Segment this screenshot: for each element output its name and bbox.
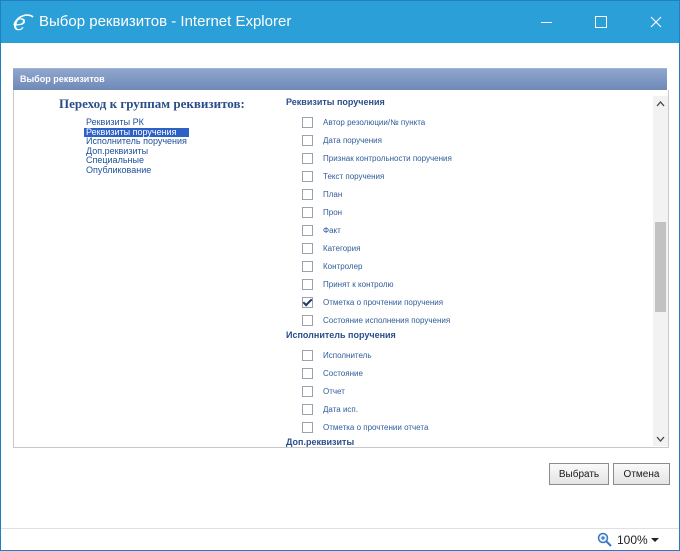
field-label: Отметка о прочтении поручения (323, 297, 444, 307)
field-checkbox[interactable] (302, 242, 313, 254)
field-checkbox[interactable] (302, 206, 313, 218)
field-row: Принят к контролю (286, 275, 651, 293)
field-checkbox[interactable] (302, 278, 313, 290)
field-checkbox[interactable] (302, 152, 313, 164)
field-label: Признак контрольности поручения (323, 153, 452, 163)
field-row: Исполнитель (286, 346, 651, 364)
field-label: Факт (323, 225, 341, 235)
group-title: Исполнитель поручения (286, 330, 396, 340)
field-row: Состояние исполнения поручения (286, 311, 651, 329)
field-label: Состояние исполнения поручения (323, 315, 451, 325)
field-label: Отметка о прочтении отчета (323, 422, 429, 432)
field-label: Дата поручения (323, 135, 382, 145)
content-area: Переход к группам реквизитов: Реквизиты … (13, 90, 669, 448)
nav-list: Реквизиты РК Реквизиты поручения Исполни… (84, 117, 189, 176)
zoom-level[interactable]: 100% (617, 533, 648, 547)
field-row: Факт (286, 221, 651, 239)
nav-link-publish[interactable]: Опубликование (84, 165, 189, 176)
minimize-button[interactable] (523, 7, 569, 37)
field-checkbox[interactable] (302, 170, 313, 182)
field-label: План (323, 189, 343, 199)
field-row: Признак контрольности поручения (286, 149, 651, 167)
field-checkbox-checked[interactable] (302, 296, 313, 308)
field-label: Отчет (323, 386, 345, 396)
field-checkbox[interactable] (302, 134, 313, 146)
field-label: Категория (323, 243, 361, 253)
field-row: Автор резолюции/№ пункта (286, 113, 651, 131)
field-checkbox[interactable] (302, 260, 313, 272)
field-label: Автор резолюции/№ пункта (323, 117, 426, 127)
field-row: Контролер (286, 257, 651, 275)
nav-heading: Переход к группам реквизитов: (59, 96, 245, 111)
field-checkbox[interactable] (302, 314, 313, 326)
field-checkbox[interactable] (302, 188, 313, 200)
field-checkbox[interactable] (302, 421, 313, 433)
panel-title: Выбор реквизитов (20, 74, 105, 84)
field-checkbox[interactable] (302, 367, 313, 379)
field-row: Текст поручения (286, 167, 651, 185)
field-row: Отметка о прочтении отчета (286, 418, 651, 436)
select-button[interactable]: Выбрать (549, 463, 609, 485)
field-checkbox[interactable] (302, 403, 313, 415)
cancel-button[interactable]: Отмена (613, 463, 670, 485)
field-row: Прон (286, 203, 651, 221)
close-icon (650, 16, 662, 28)
scroll-up-icon[interactable] (653, 96, 668, 111)
zoom-icon[interactable] (597, 532, 613, 548)
field-row: Дата поручения (286, 131, 651, 149)
field-checkbox[interactable] (302, 116, 313, 128)
field-row: Дата исп. (286, 400, 651, 418)
scrollbar-thumb[interactable] (655, 222, 666, 312)
field-row: Состояние (286, 364, 651, 382)
browser-window: e Выбор реквизитов - Internet Explorer В… (0, 0, 680, 551)
field-label: Текст поручения (323, 171, 385, 181)
maximize-icon (595, 16, 607, 28)
title-bar[interactable]: e Выбор реквизитов - Internet Explorer (1, 1, 679, 43)
minimize-icon (540, 21, 552, 23)
scroll-down-icon[interactable] (653, 431, 668, 446)
field-checkbox[interactable] (302, 385, 313, 397)
field-label: Дата исп. (323, 404, 358, 414)
window-title: Выбор реквизитов - Internet Explorer (39, 13, 292, 30)
group-title: Реквизиты поручения (286, 97, 385, 107)
vertical-scrollbar[interactable] (653, 96, 668, 446)
status-bar: 100% (1, 528, 679, 550)
field-checkbox[interactable] (302, 349, 313, 361)
field-label: Принят к контролю (323, 279, 394, 289)
dropdown-arrow-icon[interactable] (651, 538, 659, 542)
field-label: Исполнитель (323, 350, 372, 360)
field-checkbox[interactable] (302, 224, 313, 236)
field-row: Отчет (286, 382, 651, 400)
field-row: Категория (286, 239, 651, 257)
maximize-button[interactable] (578, 7, 624, 37)
field-row: Отметка о прочтении поручения (286, 293, 651, 311)
panel-header: Выбор реквизитов (13, 68, 667, 91)
fields-list: Реквизиты поручения Автор резолюции/№ пу… (286, 96, 651, 447)
close-button[interactable] (633, 7, 679, 37)
field-label: Состояние (323, 368, 363, 378)
field-row: План (286, 185, 651, 203)
group-title: Доп.реквизиты (286, 437, 355, 447)
field-label: Прон (323, 207, 343, 217)
ie-icon: e (13, 11, 34, 34)
field-label: Контролер (323, 261, 363, 271)
